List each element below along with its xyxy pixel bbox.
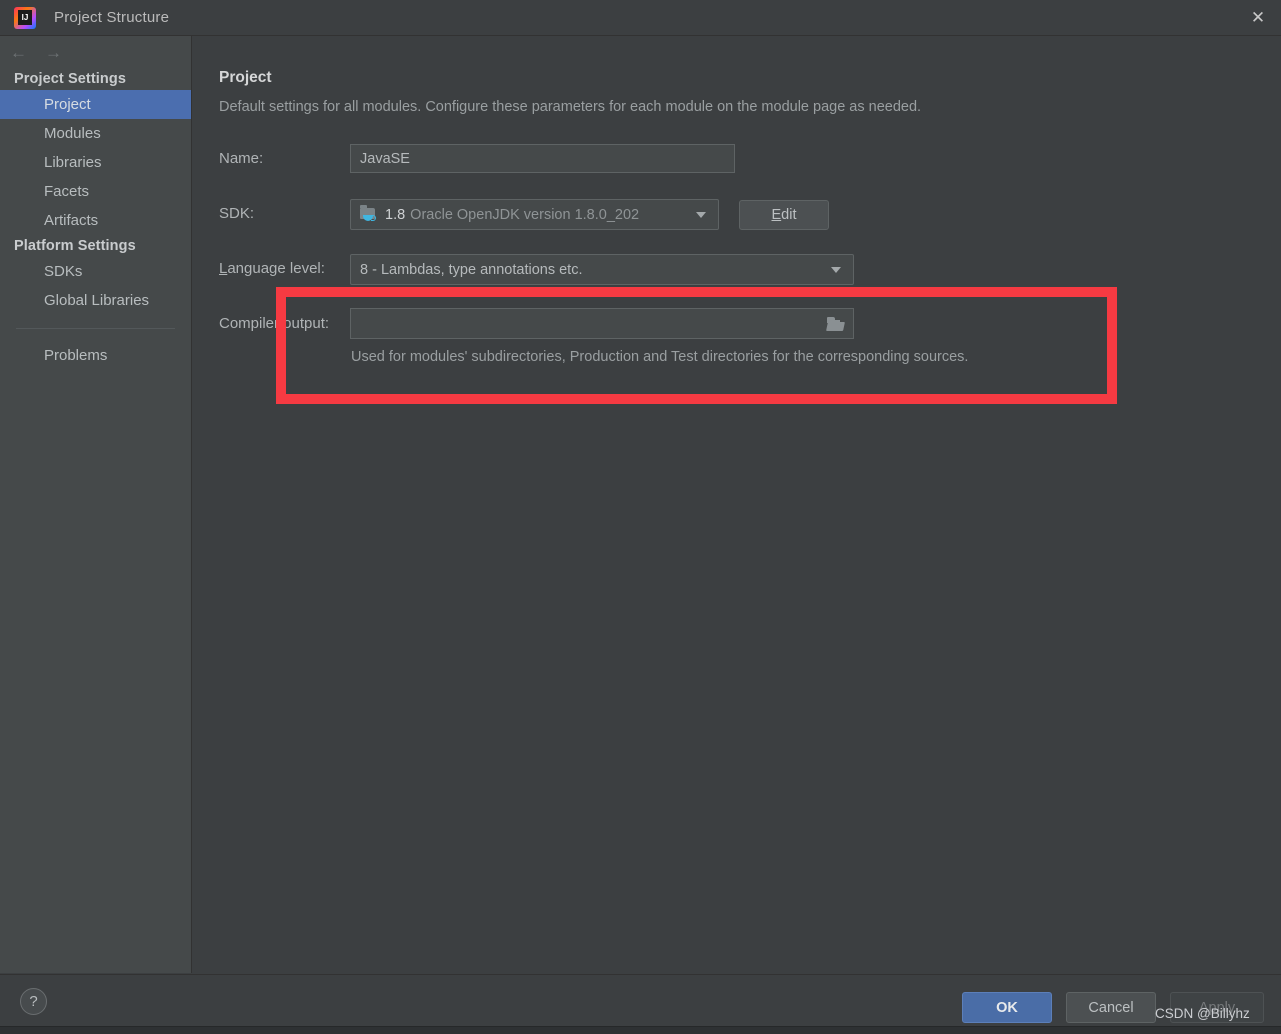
- window-bottom-edge: [0, 1026, 1281, 1034]
- compiler-output-hint: Used for modules' subdirectories, Produc…: [351, 349, 969, 365]
- java-sdk-folder-icon: [360, 204, 378, 223]
- edit-button-mnemonic: E: [771, 207, 782, 223]
- dialog-footer: ? OK Cancel Apply: [0, 974, 1281, 1026]
- watermark: CSDN @Billyhz: [1155, 1006, 1250, 1021]
- compiler-output-input[interactable]: [350, 308, 854, 339]
- sidebar-item-facets[interactable]: Facets: [0, 177, 191, 206]
- edit-button-rest: dit: [781, 207, 797, 223]
- ok-button[interactable]: OK: [962, 992, 1052, 1023]
- back-arrow-icon[interactable]: ←: [10, 44, 27, 61]
- sidebar-item-libraries[interactable]: Libraries: [0, 148, 191, 177]
- page-title: Project: [219, 69, 272, 86]
- project-name-input[interactable]: JavaSE: [350, 144, 735, 173]
- compiler-output-label: Compiler output:: [219, 315, 330, 332]
- chevron-down-icon[interactable]: [831, 266, 841, 273]
- intellij-idea-icon: [14, 6, 36, 29]
- language-level-label-rest: anguage level:: [227, 260, 325, 277]
- language-level-label: Language level:: [219, 260, 325, 277]
- sidebar-item-modules[interactable]: Modules: [0, 119, 191, 148]
- cancel-button[interactable]: Cancel: [1066, 992, 1156, 1023]
- sidebar-item-global-libraries[interactable]: Global Libraries: [0, 286, 191, 315]
- help-button[interactable]: ?: [20, 988, 47, 1015]
- sidebar-nav-arrows: ← →: [0, 36, 191, 68]
- edit-sdk-button[interactable]: Edit: [739, 200, 829, 230]
- title-bar: Project Structure ✕: [0, 0, 1281, 36]
- sidebar-item-artifacts[interactable]: Artifacts: [0, 206, 191, 235]
- sdk-detail: Oracle OpenJDK version 1.8.0_202: [410, 206, 640, 223]
- sidebar-section-platform-settings: Platform Settings: [14, 238, 136, 254]
- forward-arrow-icon[interactable]: →: [45, 44, 62, 61]
- sidebar-section-project-settings: Project Settings: [14, 71, 126, 87]
- name-label: Name:: [219, 150, 264, 167]
- language-level-value: 8 - Lambdas, type annotations etc.: [360, 261, 583, 278]
- sidebar-item-project[interactable]: Project: [0, 90, 191, 119]
- project-structure-dialog: Project Structure ✕ ← → Project Settings…: [0, 0, 1281, 1034]
- sdk-version: 1.8: [385, 206, 406, 223]
- language-level-combobox[interactable]: 8 - Lambdas, type annotations etc.: [350, 254, 854, 285]
- window-title: Project Structure: [54, 9, 170, 26]
- project-name-value: JavaSE: [360, 150, 410, 167]
- sidebar-item-problems[interactable]: Problems: [0, 341, 191, 370]
- project-settings-panel: Project Default settings for all modules…: [193, 36, 1281, 973]
- settings-sidebar: ← → Project Settings Project Modules Lib…: [0, 36, 192, 973]
- chevron-down-icon[interactable]: [696, 211, 706, 218]
- sdk-combobox[interactable]: 1.8 Oracle OpenJDK version 1.8.0_202: [350, 199, 719, 230]
- sdk-label: SDK:: [219, 205, 255, 222]
- sidebar-divider: [16, 328, 175, 329]
- open-folder-icon[interactable]: [826, 316, 845, 331]
- page-description: Default settings for all modules. Config…: [219, 99, 922, 115]
- close-icon[interactable]: ✕: [1235, 0, 1281, 35]
- sidebar-item-sdks[interactable]: SDKs: [0, 257, 191, 286]
